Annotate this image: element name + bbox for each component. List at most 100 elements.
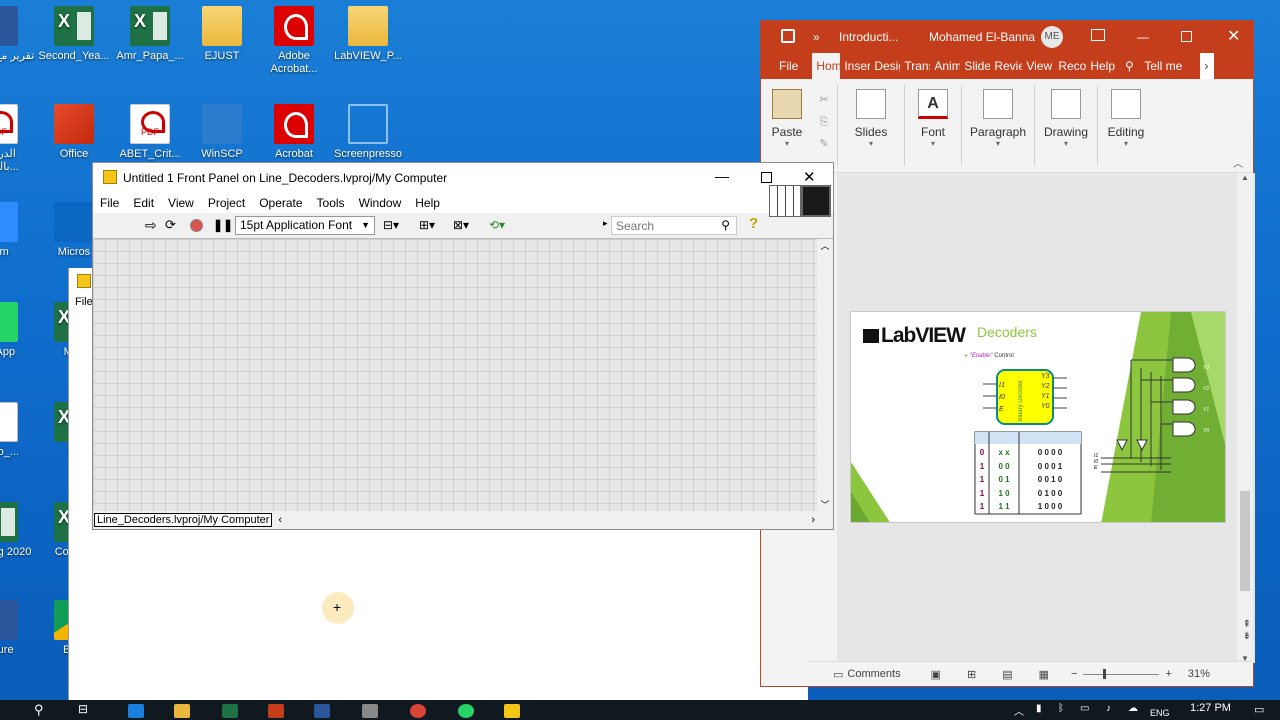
slides-group[interactable]: Slides ▾ xyxy=(840,79,902,172)
ppt-user-name[interactable]: Mohamed El-Banna xyxy=(929,30,1035,44)
maximize-icon[interactable] xyxy=(1181,31,1192,42)
language-indicator[interactable]: ENG xyxy=(1150,708,1170,718)
zoom-slider[interactable] xyxy=(1083,668,1160,679)
tell-me-box[interactable]: Tell me xyxy=(1140,53,1200,79)
search-icon[interactable]: ⚲ xyxy=(34,702,44,718)
comments-icon[interactable]: ▭ xyxy=(833,668,843,681)
volume-icon[interactable]: ♪ xyxy=(1106,703,1111,714)
desktop-icon[interactable]: oom xyxy=(0,202,36,259)
slide-vertical-scrollbar[interactable]: ▲ ▼ xyxy=(1237,173,1253,663)
file-explorer-icon[interactable] xyxy=(174,704,190,718)
previous-slide-icon[interactable]: ⇞ xyxy=(1243,619,1251,631)
comments-button[interactable]: Comments xyxy=(847,668,900,680)
tab-insert[interactable]: Inser xyxy=(840,53,870,79)
notifications-icon[interactable]: ▭ xyxy=(1254,703,1264,716)
format-painter-icon[interactable]: ✎ xyxy=(813,133,835,155)
tab-home[interactable]: Hom xyxy=(812,53,841,79)
whatsapp-icon[interactable] xyxy=(458,704,474,718)
onedrive-icon[interactable]: ☁ xyxy=(1128,703,1138,714)
scroll-left-icon[interactable]: ‹ xyxy=(278,514,282,526)
scroll-right-icon[interactable]: › xyxy=(811,514,815,526)
labview-taskbar-icon[interactable] xyxy=(504,704,520,718)
qat-more-icon[interactable]: » xyxy=(813,30,820,44)
word-icon[interactable] xyxy=(314,704,330,718)
tab-view[interactable]: View xyxy=(1022,53,1054,79)
context-help-icon[interactable]: ? xyxy=(749,215,758,232)
slide-thumbnail[interactable]: LabVIEW Decoders ▸ "Enable" Control Bina… xyxy=(850,311,1226,523)
tab-review[interactable]: Revie xyxy=(990,53,1022,79)
tab-slideshow[interactable]: Slide xyxy=(960,53,990,79)
next-slide-icon[interactable]: ⇟ xyxy=(1243,631,1251,643)
tab-file[interactable]: File xyxy=(761,53,812,79)
scroll-up-icon[interactable]: ︿ xyxy=(817,239,833,252)
background-window-menu[interactable]: File xyxy=(75,296,93,308)
normal-view-icon[interactable]: ▣ xyxy=(931,668,941,681)
scroll-up-icon[interactable]: ▲ xyxy=(1237,173,1253,182)
connector-pane-icon[interactable] xyxy=(769,185,801,217)
zoom-slider-thumb[interactable] xyxy=(1103,668,1107,679)
distribute-objects-icon[interactable]: ⊞▾ xyxy=(419,218,435,232)
reorder-icon[interactable]: ⟲▾ xyxy=(489,218,505,232)
menu-edit[interactable]: Edit xyxy=(126,196,161,210)
desktop-icon[interactable]: Acrobat xyxy=(256,104,332,161)
menu-help[interactable]: Help xyxy=(408,196,447,210)
menu-project[interactable]: Project xyxy=(201,196,252,210)
search-icon[interactable]: ⚲ xyxy=(721,218,730,232)
drawing-group[interactable]: Drawing ▾ xyxy=(1037,79,1095,172)
clock[interactable]: 1:27 PM xyxy=(1190,702,1231,714)
desktop-icon[interactable]: الدراسة بالقسم... xyxy=(0,104,36,174)
font-group[interactable]: A Font ▾ xyxy=(907,79,959,172)
cut-icon[interactable]: ✂ xyxy=(813,89,835,111)
scroll-thumb[interactable] xyxy=(1240,491,1250,591)
maximize-icon[interactable] xyxy=(761,172,772,183)
zoom-in-icon[interactable]: + xyxy=(1165,668,1171,680)
desktop-icon[interactable]: gs_to_... xyxy=(0,402,36,459)
desktop-icon[interactable]: atsApp xyxy=(0,302,36,359)
tab-design[interactable]: Desig xyxy=(870,53,900,79)
resize-objects-icon[interactable]: ⊠▾ xyxy=(453,218,469,232)
save-icon[interactable] xyxy=(781,29,795,43)
desktop-icon[interactable]: Amr_Papa_... xyxy=(112,6,188,63)
close-icon[interactable]: ✕ xyxy=(803,168,816,186)
scroll-down-icon[interactable]: ﹀ xyxy=(817,498,833,511)
bluetooth-icon[interactable]: ᛒ xyxy=(1058,703,1064,714)
menu-view[interactable]: View xyxy=(161,196,201,210)
reading-view-icon[interactable]: ▤ xyxy=(1002,668,1012,681)
desktop-icon[interactable]: تقرير مع العملي xyxy=(0,6,36,63)
font-select[interactable]: 15pt Application Font ▼ xyxy=(235,216,375,235)
tab-help[interactable]: Help xyxy=(1086,53,1118,79)
zoom-out-icon[interactable]: − xyxy=(1071,668,1077,680)
lightbulb-icon[interactable]: ⚲ xyxy=(1118,53,1140,79)
powerpoint-icon[interactable] xyxy=(268,704,284,718)
minimize-icon[interactable]: — xyxy=(715,168,729,184)
excel-icon[interactable] xyxy=(222,704,238,718)
front-panel-canvas[interactable] xyxy=(93,239,817,513)
run-icon[interactable]: ⇨ xyxy=(145,217,157,234)
editing-group[interactable]: Editing ▾ xyxy=(1100,79,1152,172)
tab-record[interactable]: Reco xyxy=(1054,53,1086,79)
edge-icon[interactable] xyxy=(128,704,144,718)
desktop-icon[interactable]: nature xyxy=(0,600,36,657)
slide-sorter-icon[interactable]: ⊞ xyxy=(967,668,976,681)
minimize-icon[interactable]: — xyxy=(1137,30,1149,44)
menu-operate[interactable]: Operate xyxy=(252,196,309,210)
menu-file[interactable]: File xyxy=(93,196,126,210)
slideshow-icon[interactable]: ▦ xyxy=(1039,668,1049,681)
vi-icon[interactable] xyxy=(801,185,831,217)
task-view-icon[interactable]: ⊟ xyxy=(78,702,88,716)
tab-animations[interactable]: Anim xyxy=(930,53,960,79)
copy-icon[interactable]: ⎘ xyxy=(813,111,835,133)
paragraph-group[interactable]: Paragraph ▾ xyxy=(964,79,1032,172)
avatar[interactable]: ME xyxy=(1041,26,1063,48)
align-objects-icon[interactable]: ⊟▾ xyxy=(383,218,399,232)
show-hidden-icons[interactable]: ︿ xyxy=(1014,703,1024,718)
usb-icon[interactable]: ▮ xyxy=(1036,703,1042,714)
desktop-icon[interactable]: ABET_Crit... xyxy=(112,104,188,161)
menu-window[interactable]: Window xyxy=(352,196,409,210)
desktop-icon[interactable]: ontact g 2020 xyxy=(0,502,36,559)
close-icon[interactable]: ✕ xyxy=(1227,26,1240,46)
project-path[interactable]: Line_Decoders.lvproj/My Computer xyxy=(94,513,273,527)
search-input[interactable] xyxy=(612,217,708,234)
menu-tools[interactable]: Tools xyxy=(310,196,352,210)
ribbon-display-icon[interactable] xyxy=(1091,29,1105,41)
